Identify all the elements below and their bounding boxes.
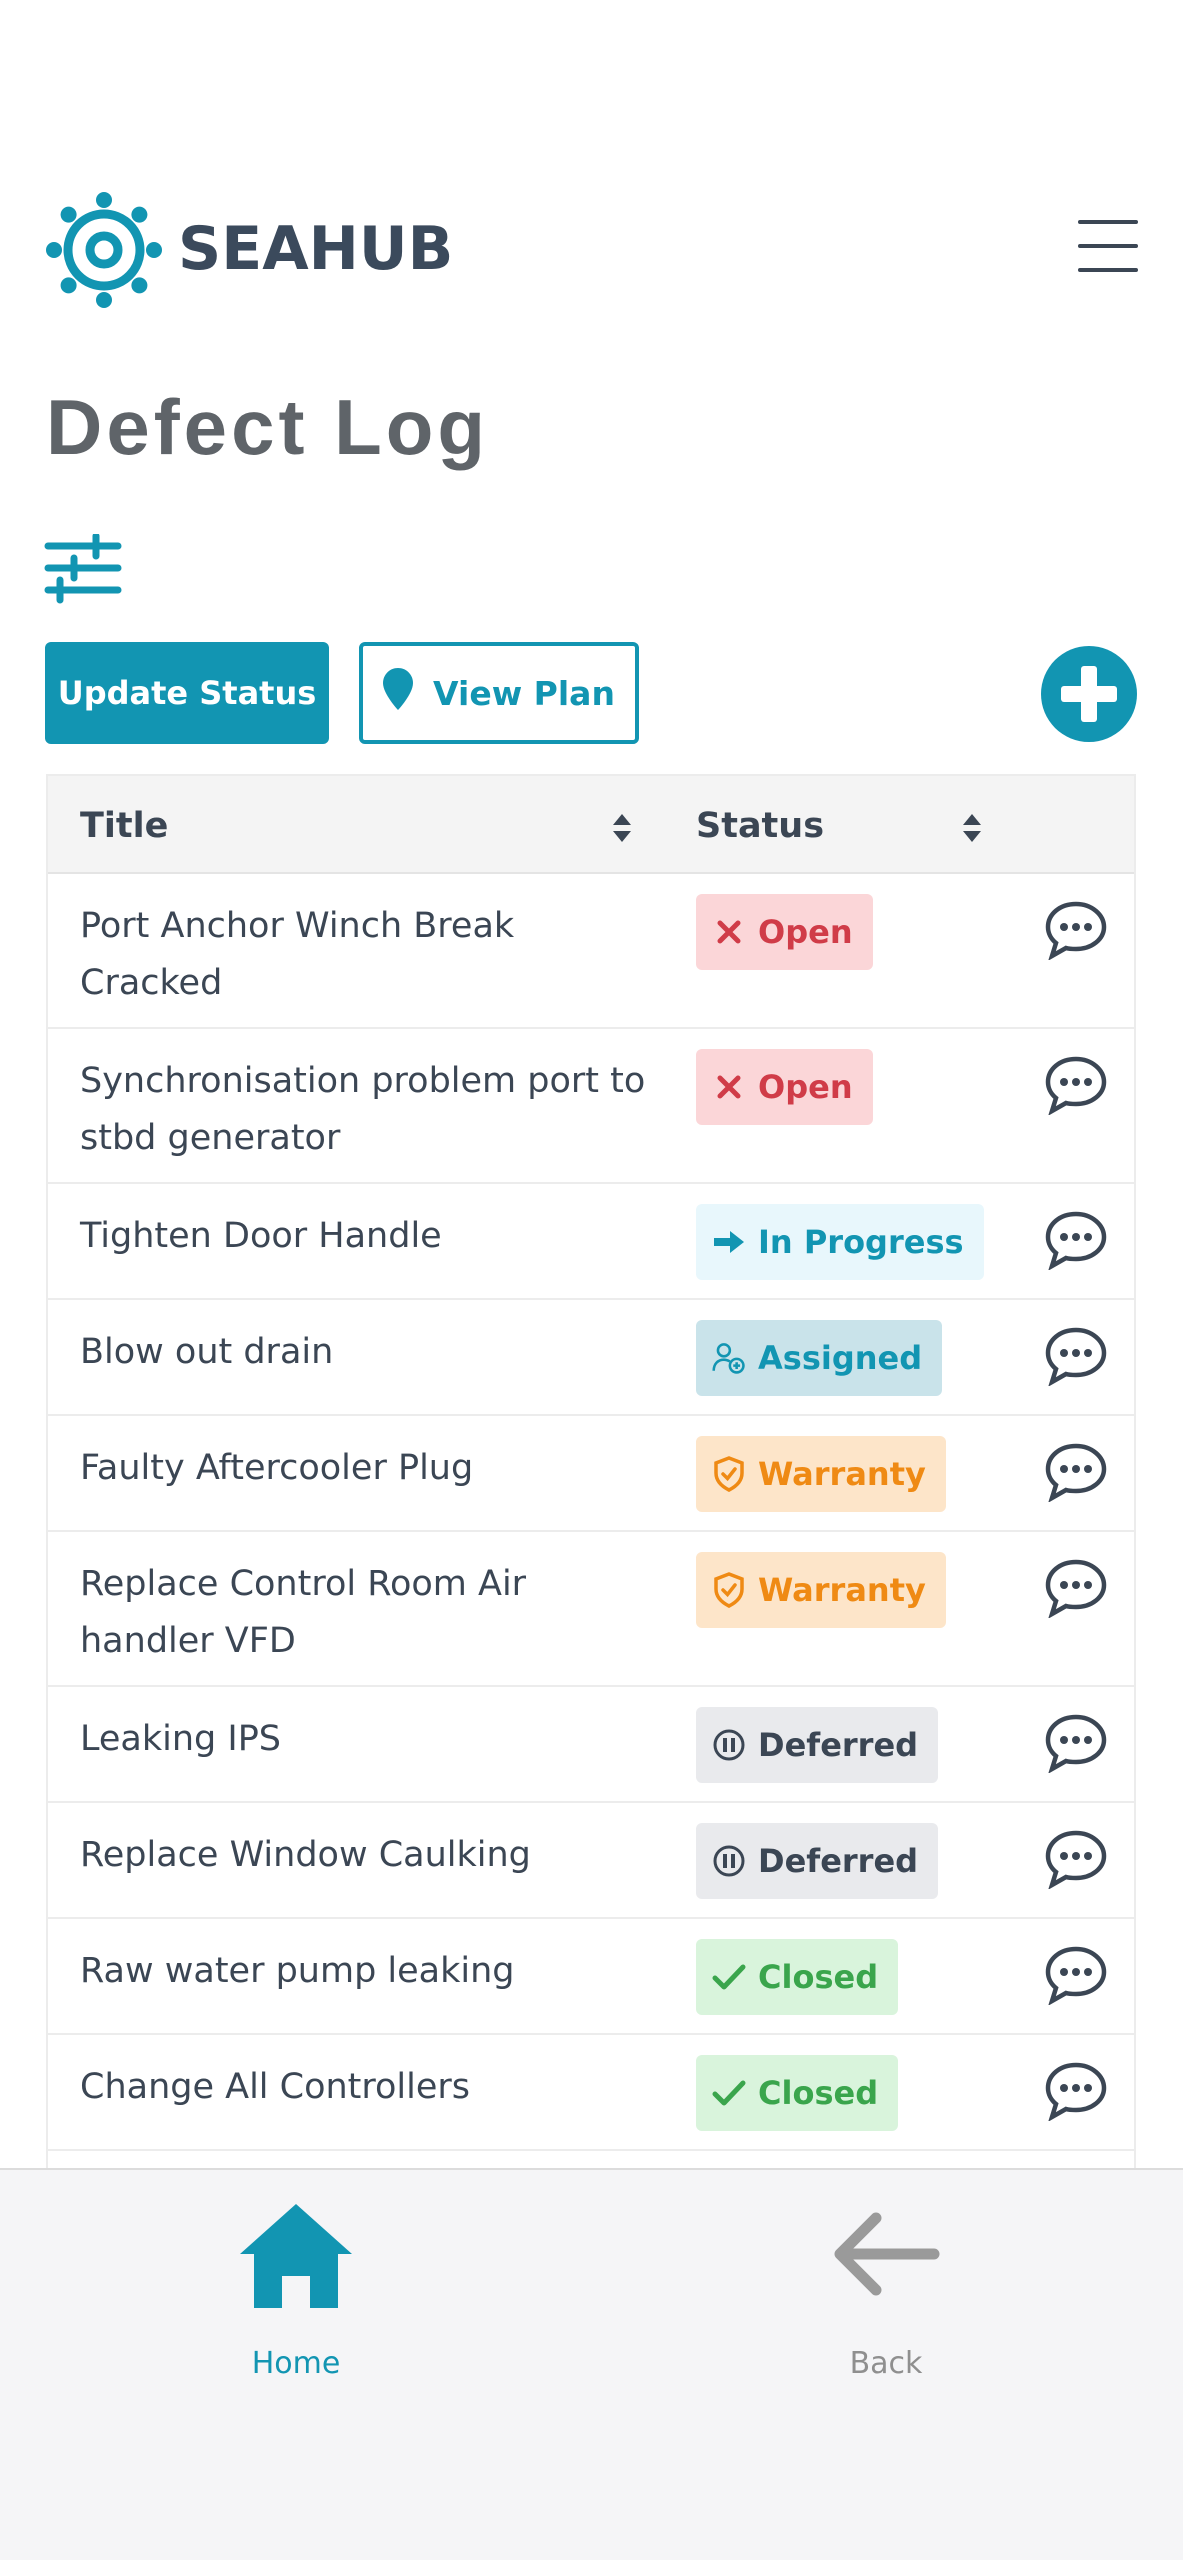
defect-title: Blow out drain: [80, 1332, 334, 1372]
status-label: Deferred: [758, 1726, 919, 1764]
status-label: Assigned: [758, 1339, 923, 1377]
status-badge[interactable]: In Progress: [696, 1204, 984, 1280]
status-badge[interactable]: Closed: [696, 1939, 899, 2015]
brand-name: SEAHUB: [178, 214, 454, 284]
status-label: Deferred: [758, 1842, 919, 1880]
defect-title: Synchronisation problem port to stbd gen…: [80, 1061, 646, 1158]
nav-back-label: Back: [849, 2346, 923, 2381]
shield-check-icon: [712, 1456, 746, 1492]
status-label: Warranty: [758, 1455, 926, 1493]
table-header: Title Status: [48, 776, 1134, 874]
sort-title-icon[interactable]: [612, 812, 632, 844]
status-badge[interactable]: Open: [696, 1049, 873, 1125]
map-pin-icon: [383, 668, 414, 718]
column-header-status[interactable]: Status: [696, 806, 824, 846]
defect-title: Replace Window Caulking: [80, 1835, 531, 1875]
filter-sliders-icon[interactable]: [44, 532, 124, 606]
app-header: SEAHUB: [46, 192, 1138, 312]
table-row[interactable]: Leaking IPS Deferred: [48, 1687, 1134, 1803]
status-label: Open: [758, 1068, 853, 1106]
status-badge[interactable]: Warranty: [696, 1436, 946, 1512]
update-status-button[interactable]: Update Status: [45, 642, 329, 744]
hamburger-menu-icon[interactable]: [1078, 218, 1138, 274]
defect-title: Faulty Aftercooler Plug: [80, 1448, 474, 1488]
comment-icon[interactable]: [1044, 1558, 1108, 1619]
defect-table: Title Status Port Anchor Winch Break Cra…: [46, 774, 1136, 2267]
seahub-logo-icon[interactable]: [46, 192, 162, 308]
table-row[interactable]: Blow out drain Assigned: [48, 1300, 1134, 1416]
table-row[interactable]: Change All Controllers Closed: [48, 2035, 1134, 2151]
table-row[interactable]: Port Anchor Winch Break Cracked Open: [48, 874, 1134, 1029]
view-plan-label: View Plan: [433, 673, 615, 713]
comment-icon[interactable]: [1044, 1326, 1108, 1387]
status-badge[interactable]: Closed: [696, 2055, 899, 2131]
update-status-label: Update Status: [57, 674, 317, 712]
x-icon: [712, 915, 746, 949]
nav-home-label: Home: [251, 2346, 341, 2381]
defect-title: Change All Controllers: [80, 2067, 471, 2107]
home-icon: [240, 2204, 352, 2308]
table-row[interactable]: Replace Control Room Air handler VFD War…: [48, 1532, 1134, 1687]
arrow-left-icon: [834, 2212, 940, 2296]
comment-icon[interactable]: [1044, 1210, 1108, 1271]
status-badge[interactable]: Deferred: [696, 1707, 939, 1783]
user-add-icon: [712, 1341, 746, 1375]
status-label: Warranty: [758, 1571, 926, 1609]
comment-icon[interactable]: [1044, 1945, 1108, 2006]
view-plan-button[interactable]: View Plan: [359, 642, 639, 744]
arrow-right-icon: [712, 1225, 746, 1259]
defect-title: Tighten Door Handle: [80, 1216, 442, 1256]
sort-status-icon[interactable]: [962, 812, 982, 844]
check-icon: [712, 2076, 746, 2110]
table-row[interactable]: Raw water pump leaking Closed: [48, 1919, 1134, 2035]
plus-icon: [1061, 666, 1117, 722]
comment-icon[interactable]: [1044, 1055, 1108, 1116]
status-label: Closed: [758, 1958, 879, 1996]
table-row[interactable]: Faulty Aftercooler Plug Warranty: [48, 1416, 1134, 1532]
nav-back[interactable]: Back: [816, 2196, 956, 2381]
comment-icon[interactable]: [1044, 1829, 1108, 1890]
table-row[interactable]: Tighten Door Handle In Progress: [48, 1184, 1134, 1300]
check-icon: [712, 1960, 746, 1994]
defect-title: Raw water pump leaking: [80, 1951, 515, 1991]
pause-circle-icon: [712, 1844, 746, 1878]
column-header-title[interactable]: Title: [80, 806, 168, 846]
status-badge[interactable]: Assigned: [696, 1320, 943, 1396]
defect-title: Port Anchor Winch Break Cracked: [80, 906, 515, 1003]
shield-check-icon: [712, 1572, 746, 1608]
comment-icon[interactable]: [1044, 1713, 1108, 1774]
status-label: Open: [758, 913, 853, 951]
status-badge[interactable]: Deferred: [696, 1823, 939, 1899]
bottom-nav: Home Back: [0, 2168, 1183, 2560]
page-title: Defect Log: [46, 383, 490, 471]
comment-icon[interactable]: [1044, 1442, 1108, 1503]
status-label: In Progress: [758, 1223, 964, 1261]
status-label: Closed: [758, 2074, 879, 2112]
status-badge[interactable]: Warranty: [696, 1552, 946, 1628]
comment-icon[interactable]: [1044, 900, 1108, 961]
defect-title: Replace Control Room Air handler VFD: [80, 1564, 527, 1661]
table-row[interactable]: Replace Window Caulking Deferred: [48, 1803, 1134, 1919]
table-row[interactable]: Synchronisation problem port to stbd gen…: [48, 1029, 1134, 1184]
pause-circle-icon: [712, 1728, 746, 1762]
comment-icon[interactable]: [1044, 2061, 1108, 2122]
defect-title: Leaking IPS: [80, 1719, 282, 1759]
x-icon: [712, 1070, 746, 1104]
status-badge[interactable]: Open: [696, 894, 873, 970]
add-defect-button[interactable]: [1041, 646, 1137, 742]
nav-home[interactable]: Home: [226, 2196, 366, 2381]
